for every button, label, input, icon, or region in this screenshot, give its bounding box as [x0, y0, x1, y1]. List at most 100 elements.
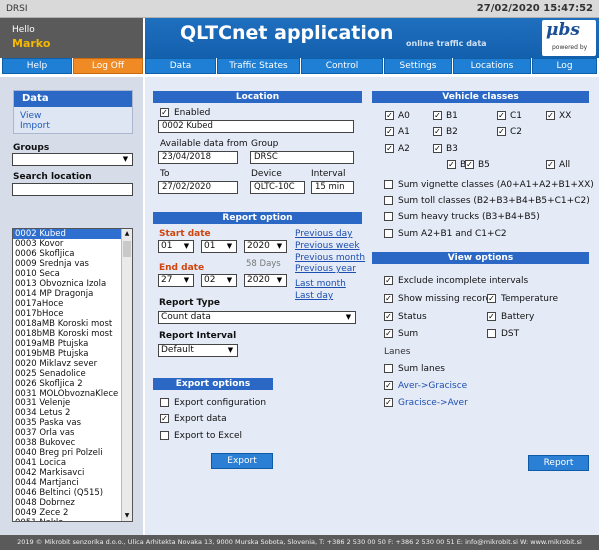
location-list-item[interactable]: 0018aMB Koroski most — [13, 319, 121, 329]
location-list-item[interactable]: 0048 Dobrnez — [13, 498, 121, 508]
location-list-item[interactable]: 0003 Kovor — [13, 239, 121, 249]
export-excel-checkbox[interactable] — [160, 431, 169, 440]
temperature-checkbox[interactable]: ✓ — [487, 294, 496, 303]
battery-checkbox[interactable]: ✓ — [487, 312, 496, 321]
lane-aver-gracisce-checkbox[interactable]: ✓ — [384, 381, 393, 390]
status-checkbox[interactable]: ✓ — [384, 312, 393, 321]
scroll-up-icon[interactable]: ▲ — [123, 230, 131, 238]
start-day-select[interactable]: 01 ▼ — [158, 240, 194, 253]
location-list-item[interactable]: 0019bMB Ptujska — [13, 349, 121, 359]
export-button[interactable]: Export — [211, 453, 273, 469]
location-list-item[interactable]: 0038 Bukovec — [13, 438, 121, 448]
start-month-select[interactable]: 01 ▼ — [201, 240, 237, 253]
menu-data[interactable]: Data — [145, 58, 216, 74]
menu-traffic-states[interactable]: Traffic States — [217, 58, 300, 74]
location-list-item[interactable]: 0037 Orla vas — [13, 428, 121, 438]
vehicle-class-b1-checkbox[interactable]: ✓ — [433, 111, 442, 120]
vehicle-sum-3-checkbox[interactable] — [384, 212, 393, 221]
vehicle-sum-1-checkbox[interactable] — [384, 180, 393, 189]
end-day-select[interactable]: 27 ▼ — [158, 274, 194, 287]
report-type-select[interactable]: Count data ▼ — [158, 311, 356, 324]
menu-log[interactable]: Log — [532, 58, 597, 74]
missing-records-checkbox[interactable]: ✓ — [384, 294, 393, 303]
location-list-item[interactable]: 0025 Senadolice — [13, 369, 121, 379]
location-list-item[interactable]: 0010 Seca — [13, 269, 121, 279]
location-list-item[interactable]: 0031 MOLObvoznaKlece (QLTC-8C) — [13, 389, 121, 399]
vehicle-sum-4-checkbox[interactable] — [384, 229, 393, 238]
lane-gracisce-aver-checkbox[interactable]: ✓ — [384, 398, 393, 407]
previous-month-link[interactable]: Previous month — [295, 253, 365, 263]
report-button[interactable]: Report — [528, 455, 589, 471]
location-list-item[interactable]: 0026 Skofljica 2 — [13, 379, 121, 389]
vehicle-class-b2-checkbox[interactable]: ✓ — [433, 127, 442, 136]
location-list-item[interactable]: 0013 Obvoznica Izola — [13, 279, 121, 289]
location-list-item[interactable]: 0019aMB Ptujska — [13, 339, 121, 349]
vehicle-class-b4-checkbox[interactable]: ✓ — [447, 160, 456, 169]
location-list-item[interactable]: 0031 Velenje — [13, 398, 121, 408]
sum-lanes-checkbox[interactable] — [384, 364, 393, 373]
vehicle-class-c1-checkbox[interactable]: ✓ — [497, 111, 506, 120]
location-name-field[interactable]: 0002 Kubed — [158, 120, 354, 133]
location-list-item[interactable]: 0041 Locica — [13, 458, 121, 468]
last-month-link[interactable]: Last month — [295, 279, 346, 289]
location-list-item[interactable]: 0042 Markisavci — [13, 468, 121, 478]
vehicle-class-b3-checkbox[interactable]: ✓ — [433, 144, 442, 153]
location-list-item[interactable]: 0009 Srednja vas — [13, 259, 121, 269]
previous-day-link[interactable]: Previous day — [295, 229, 352, 239]
exclude-incomplete-checkbox[interactable]: ✓ — [384, 276, 393, 285]
end-month-select[interactable]: 02 ▼ — [201, 274, 237, 287]
location-list-item[interactable]: 0040 Breg pri Polzeli — [13, 448, 121, 458]
location-list-item[interactable]: 0034 Letus 2 — [13, 408, 121, 418]
end-year-select[interactable]: 2020 ▼ — [244, 274, 287, 287]
vehicle-sum-2-checkbox[interactable] — [384, 196, 393, 205]
vehicle-class-a2-checkbox[interactable]: ✓ — [385, 144, 394, 153]
location-list-item[interactable]: 0017bHoce — [13, 309, 121, 319]
menu-locations[interactable]: Locations — [453, 58, 531, 74]
vehicle-class-xx-label: XX — [559, 111, 572, 121]
location-list-item[interactable]: 0018bMB Koroski most — [13, 329, 121, 339]
scroll-thumb[interactable] — [123, 241, 131, 257]
location-list-item[interactable]: 0046 Beltinci (Q515) — [13, 488, 121, 498]
vehicle-class-a1-checkbox[interactable]: ✓ — [385, 127, 394, 136]
report-interval-select[interactable]: Default ▼ — [158, 344, 238, 357]
groups-select[interactable]: ▼ — [12, 153, 133, 166]
location-list-scrollbar[interactable]: ▲ ▼ — [121, 229, 132, 521]
menu-help[interactable]: Help — [2, 58, 72, 74]
location-list-item[interactable]: 0035 Paska vas — [13, 418, 121, 428]
previous-week-link[interactable]: Previous week — [295, 241, 360, 251]
vehicle-class-all-checkbox[interactable]: ✓ — [546, 160, 555, 169]
location-list-item[interactable]: 0002 Kubed — [13, 229, 121, 239]
nav-import-link[interactable]: Import — [20, 121, 50, 131]
scroll-down-icon[interactable]: ▼ — [123, 512, 131, 520]
export-data-checkbox[interactable]: ✓ — [160, 414, 169, 423]
to-field[interactable]: 27/02/2020 — [158, 181, 238, 194]
last-day-link[interactable]: Last day — [295, 291, 333, 301]
group-field[interactable]: DRSC — [250, 151, 354, 164]
location-list-item[interactable]: 0006 Skofljica — [13, 249, 121, 259]
menu-settings[interactable]: Settings — [384, 58, 452, 74]
available-from-field[interactable]: 23/04/2018 — [158, 151, 238, 164]
location-list-item[interactable]: 0014 MP Dragonja — [13, 289, 121, 299]
location-list-item[interactable]: 0017aHoce — [13, 299, 121, 309]
vehicle-class-xx-checkbox[interactable]: ✓ — [546, 111, 555, 120]
vehicle-class-b5-checkbox[interactable]: ✓ — [465, 160, 474, 169]
previous-year-link[interactable]: Previous year — [295, 264, 356, 274]
location-list-item[interactable]: 0049 Zece 2 — [13, 508, 121, 518]
location-list-item[interactable]: 0020 Miklavz sever — [13, 359, 121, 369]
dst-checkbox[interactable] — [487, 329, 496, 338]
nav-view-link[interactable]: View — [20, 111, 41, 121]
menu-control[interactable]: Control — [301, 58, 383, 74]
device-field[interactable]: QLTC-10C — [250, 181, 305, 194]
start-year-select[interactable]: 2020 ▼ — [244, 240, 287, 253]
location-list-item[interactable]: 0044 Martjanci — [13, 478, 121, 488]
location-list-item[interactable]: 0051 Naklo — [13, 518, 121, 521]
vehicle-class-a0-checkbox[interactable]: ✓ — [385, 111, 394, 120]
interval-field[interactable]: 15 min — [311, 181, 354, 194]
menu-log-off[interactable]: Log Off — [73, 58, 143, 74]
enabled-checkbox[interactable]: ✓ — [160, 108, 169, 117]
export-configuration-checkbox[interactable] — [160, 398, 169, 407]
location-list[interactable]: 0002 Kubed 0003 Kovor 0006 Skofljica 0009 S… — [12, 228, 133, 522]
search-location-input[interactable] — [12, 183, 133, 196]
sum-checkbox[interactable]: ✓ — [384, 329, 393, 338]
vehicle-class-c2-checkbox[interactable]: ✓ — [497, 127, 506, 136]
